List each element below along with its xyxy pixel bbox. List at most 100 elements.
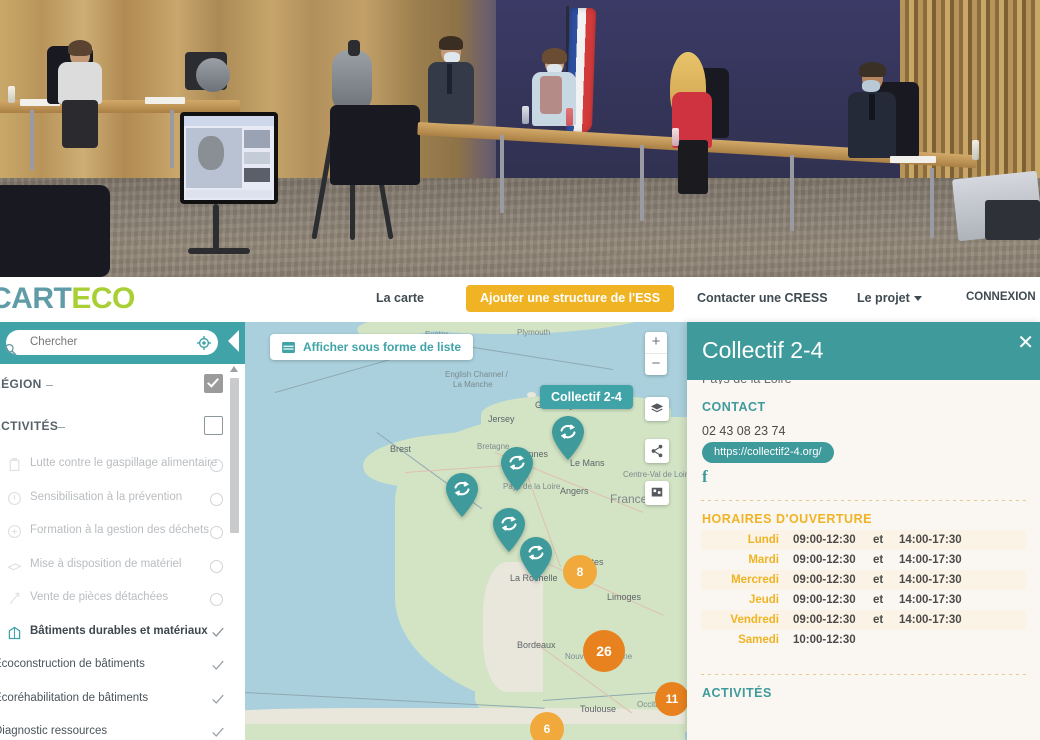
list-view-icon [282, 341, 295, 353]
collapse-sidebar-button[interactable] [228, 330, 239, 352]
filter-item-awareness[interactable]: Sensibilisation à la prévention [0, 482, 245, 516]
website-link[interactable]: https://collectif2-4.org/ [702, 442, 834, 463]
filter-item-radio[interactable] [210, 559, 223, 573]
map-cluster-marker[interactable]: 6 [530, 712, 564, 740]
hours-day: Vendredi [730, 614, 779, 626]
sidebar-scrollbar-thumb[interactable] [230, 378, 239, 533]
filter-group-region-label: RÉGION [0, 377, 42, 391]
map-layers-button[interactable] [645, 397, 669, 421]
filter-item-equipment[interactable]: Mise à disposition de matériel [0, 549, 245, 583]
carteco-web-app: CARTECO La carte Ajouter une structure d… [0, 277, 1040, 740]
map-label: Toulouse [580, 704, 617, 714]
map-legend-button[interactable] [645, 481, 669, 505]
map-label: Angers [560, 486, 589, 496]
close-icon[interactable]: ✕ [1017, 333, 1034, 353]
name-card [890, 156, 936, 163]
filter-item-radio[interactable] [210, 459, 223, 472]
filter-group-activites[interactable]: ACTIVITÉS [0, 406, 245, 448]
activities-heading: ACTIVITÉS [702, 686, 772, 700]
opening-hours-row: Vendredi 09:00-12:30 et 14:00-17:30 [701, 610, 1026, 630]
check-icon[interactable] [211, 725, 225, 739]
filter-group-activites-checkbox[interactable] [204, 416, 223, 435]
chair [0, 185, 110, 277]
map-label: La Manche [453, 380, 493, 389]
check-icon[interactable] [211, 658, 225, 672]
table-leg [500, 135, 504, 213]
filter-item-spare-parts[interactable]: Vente de pièces détachées [0, 582, 245, 616]
top-navigation-bar: CARTECO La carte Ajouter une structure d… [0, 277, 1040, 323]
camera-tripod-head [332, 50, 372, 112]
filter-item-ecorehabilitation[interactable]: Ecoréhabilitation de bâtiments [0, 683, 245, 717]
equipment-icon [7, 562, 22, 570]
filter-item-buildings[interactable]: Bâtiments durables et matériaux [0, 616, 245, 650]
hours-day: Mardi [748, 554, 779, 566]
map-marker-pin[interactable] [498, 446, 536, 492]
filter-item-radio[interactable] [210, 526, 223, 539]
filter-item-label: Ecoréhabilitation de bâtiments [0, 691, 149, 704]
search-icon [4, 343, 17, 356]
landmass-spain-coast [245, 708, 685, 724]
show-as-list-button[interactable]: Afficher sous forme de liste [270, 334, 474, 360]
hours-slot-2 [899, 630, 1026, 650]
map-cluster-marker[interactable]: 8 [563, 555, 597, 589]
map-label: Bordeaux [517, 640, 556, 650]
map-cluster-marker[interactable]: 26 [583, 630, 625, 672]
table-leg [170, 110, 174, 168]
search-input[interactable] [28, 335, 202, 349]
nav-ajouter-structure[interactable]: Ajouter une structure de l'ESS [466, 285, 675, 312]
map-cluster-marker[interactable]: 11 [655, 682, 689, 716]
logo-text-eco: ECO [71, 282, 135, 315]
filter-item-label: Mise à disposition de matériel [30, 557, 182, 570]
hours-slot-1: 09:00-12:30 [793, 614, 856, 626]
filter-item-ecoconstruction[interactable]: Ecoconstruction de bâtiments [0, 649, 245, 683]
preview-monitor [180, 112, 278, 204]
facebook-icon[interactable]: f [702, 467, 708, 487]
nav-contacter-cress[interactable]: Contacter une CRESS [697, 291, 828, 305]
search-box[interactable] [4, 330, 218, 356]
hours-heading: HORAIRES D'OUVERTURE [702, 512, 872, 526]
opening-hours-row: Mardi 09:00-12:30 et 14:00-17:30 [701, 550, 1026, 570]
carteco-logo[interactable]: CARTECO [0, 282, 135, 316]
foreground-equipment [985, 200, 1040, 240]
map-marker-pin[interactable] [443, 472, 481, 518]
nav-connexion[interactable]: CONNEXION [966, 291, 1036, 303]
map-share-button[interactable] [645, 439, 669, 463]
filter-group-region[interactable]: RÉGION [0, 364, 245, 406]
hours-slot-1: 09:00-12:30 [793, 554, 856, 566]
camera-lens-left [196, 58, 230, 92]
filter-item-food-waste[interactable]: Lutte contre le gaspillage alimentaire [0, 448, 245, 482]
monitor-base [188, 248, 250, 254]
locate-me-icon[interactable] [197, 336, 211, 350]
opening-hours-row: Jeudi 09:00-12:30 et 14:00-17:30 [701, 590, 1026, 610]
check-icon[interactable] [211, 625, 225, 639]
filter-group-region-checkbox[interactable] [204, 374, 223, 393]
nav-le-projet[interactable]: Le projet [857, 291, 922, 305]
map-label: Centre-Val de Loire [623, 470, 692, 479]
hours-slot-1: 09:00-12:30 [793, 594, 856, 606]
zoom-out-button[interactable]: − [645, 353, 667, 375]
filter-item-diagnostic[interactable]: Diagnostic ressources [0, 716, 245, 740]
table-leg [790, 155, 794, 231]
contact-heading: CONTACT [702, 400, 766, 414]
check-icon[interactable] [211, 692, 225, 706]
flag-icon [651, 487, 663, 497]
filter-sidebar: RÉGION ACTIVITÉS Lutte contre le gaspill… [0, 322, 245, 740]
hours-separator: et [873, 554, 884, 566]
nav-la-carte[interactable]: La carte [376, 291, 424, 305]
filter-item-radio[interactable] [210, 593, 223, 606]
share-icon [651, 444, 663, 458]
zoom-in-button[interactable]: + [645, 332, 667, 353]
nav-le-projet-label: Le projet [857, 291, 910, 305]
screenshot-root: CARTECO La carte Ajouter une structure d… [0, 0, 1040, 740]
training-icon [7, 524, 22, 539]
zoom-controls[interactable]: + − [645, 332, 667, 375]
filter-item-label: Lutte contre le gaspillage alimentaire [30, 457, 218, 469]
water-bottle [972, 140, 979, 160]
name-card [145, 97, 185, 104]
filter-item-training[interactable]: Formation à la gestion des déchets [0, 515, 245, 549]
map-marker-pin[interactable] [517, 536, 555, 582]
filter-item-radio[interactable] [210, 492, 223, 506]
water-bottle [8, 86, 15, 103]
hours-slot-2: 14:00-17:30 [899, 614, 962, 626]
map-marker-pin[interactable] [549, 415, 587, 461]
